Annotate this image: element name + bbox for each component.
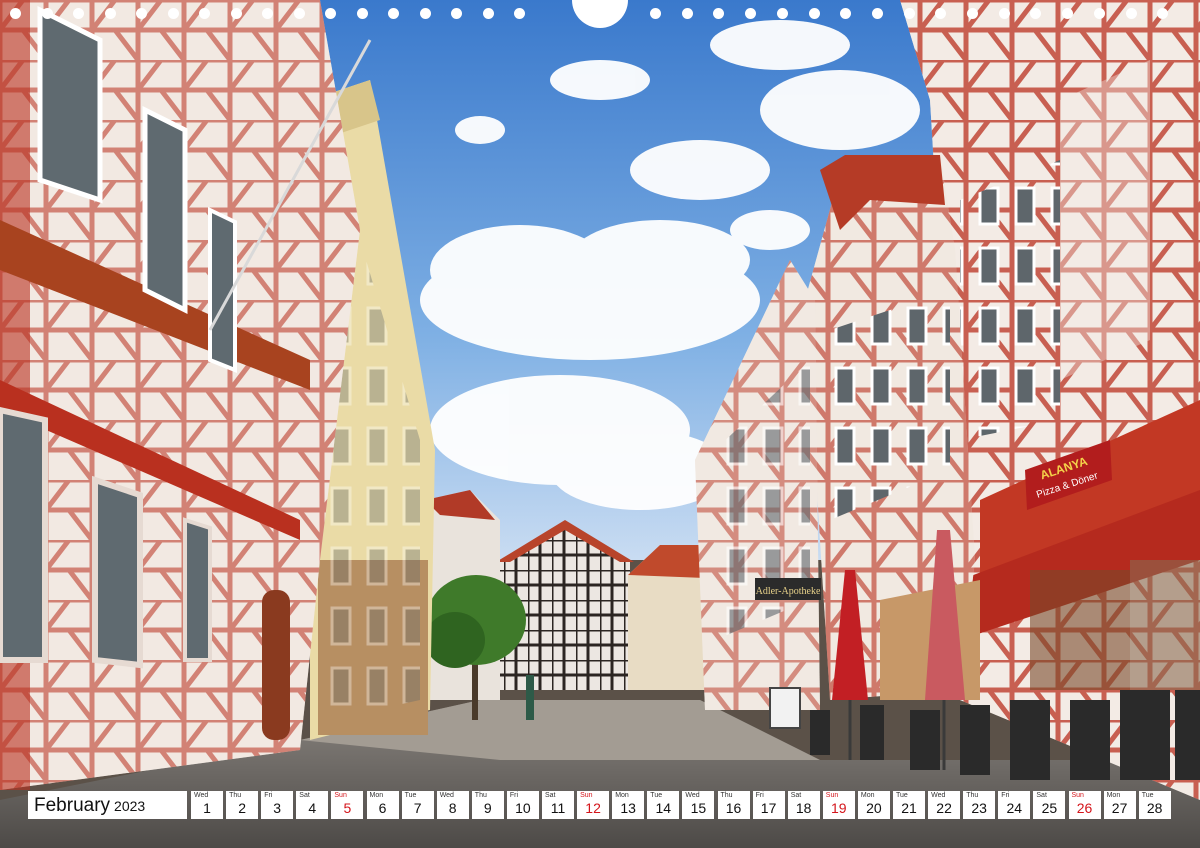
day-number: 8: [448, 800, 457, 816]
day-number: 16: [725, 800, 742, 816]
day-number: 18: [795, 800, 812, 816]
day-number: 19: [831, 800, 847, 816]
day-number: 21: [901, 800, 917, 816]
day-number: 5: [343, 800, 352, 816]
day-of-week: Tue: [650, 792, 663, 799]
day-number: 4: [308, 800, 317, 816]
day-of-week: Fri: [755, 792, 764, 799]
calendar-day: Sun 5: [331, 791, 364, 819]
day-of-week: Thu: [229, 792, 242, 799]
day-number: 12: [585, 800, 601, 816]
day-of-week: Wed: [931, 792, 946, 799]
calendar-day: Thu 16: [717, 791, 750, 819]
day-of-week: Sun: [825, 792, 839, 799]
calendar-day: Mon 20: [857, 791, 890, 819]
day-of-week: Mon: [1106, 792, 1121, 799]
day-number: 27: [1111, 800, 1128, 816]
day-of-week: Thu: [966, 792, 979, 799]
day-number: 10: [515, 800, 531, 816]
calendar-day: Thu 9: [471, 791, 504, 819]
day-number: 11: [550, 800, 566, 816]
calendar-day: Fri 17: [752, 791, 785, 819]
calendar-day: Fri 3: [261, 791, 294, 819]
day-of-week: Sun: [580, 792, 593, 799]
day-number: 3: [273, 800, 282, 816]
day-number: 9: [483, 800, 492, 816]
day-of-week: Sun: [334, 792, 347, 799]
street-photo: Adler-Apotheke ALANYA Pizza & Döner: [0, 0, 1200, 848]
day-of-week: Wed: [439, 792, 454, 799]
day-number: 23: [971, 800, 987, 816]
day-number: 26: [1076, 800, 1093, 816]
calendar-day: Fri 24: [998, 791, 1031, 819]
day-of-week: Thu: [474, 792, 487, 799]
day-of-week: Sun: [1071, 792, 1084, 799]
day-of-week: Fri: [264, 792, 273, 799]
day-number: 22: [936, 800, 952, 816]
month-year: 2023: [114, 798, 146, 814]
day-of-week: Mon: [860, 792, 875, 799]
calendar-day: Sun 26: [1068, 791, 1101, 819]
day-of-week: Sat: [790, 792, 802, 799]
day-number: 2: [238, 800, 246, 816]
calendar-day: Thu 23: [963, 791, 996, 819]
day-number: 24: [1006, 800, 1023, 816]
day-number: 20: [866, 800, 882, 816]
calendar-day: Wed 1: [191, 791, 223, 819]
day-of-week: Fri: [509, 792, 519, 799]
day-of-week: Sat: [1036, 792, 1047, 799]
day-number: 1: [203, 800, 211, 816]
calendar-day: Sat 25: [1033, 791, 1066, 819]
calendar-day: Sun 19: [822, 791, 855, 819]
calendar-day: Wed 15: [682, 791, 715, 819]
day-of-week: Wed: [194, 792, 209, 799]
day-number: 14: [655, 800, 672, 816]
calendar-day: Mon 13: [612, 791, 645, 819]
calendar-day: Sat 4: [296, 791, 329, 819]
month-label: February 2023: [28, 791, 187, 819]
month-name: February: [34, 795, 111, 816]
calendar-day: Tue 14: [647, 791, 680, 819]
day-of-week: Tue: [1141, 792, 1154, 799]
day-of-week: Sat: [299, 792, 310, 799]
day-of-week: Fri: [1001, 792, 1010, 799]
calendar-day: Tue 21: [893, 791, 925, 819]
day-number: 15: [690, 800, 707, 816]
day-number: 13: [620, 800, 636, 816]
day-number: 25: [1041, 800, 1058, 816]
day-number: 7: [413, 800, 422, 816]
day-of-week: Sat: [545, 792, 556, 799]
calendar-day: Mon 27: [1103, 791, 1136, 819]
day-number: 17: [760, 800, 777, 816]
calendar-day: Sat 11: [542, 791, 574, 819]
day-of-week: Mon: [369, 792, 384, 799]
calendar-day: Fri 10: [506, 791, 539, 819]
calendar-day: Wed 8: [436, 791, 469, 819]
calendar-day: Mon 6: [366, 791, 399, 819]
day-number: 28: [1146, 800, 1163, 816]
calendar-day: Sat 18: [787, 791, 820, 819]
day-number: 6: [378, 800, 387, 816]
calendar-day: Tue 28: [1138, 791, 1171, 819]
day-of-week: Thu: [720, 792, 733, 799]
day-of-week: Tue: [404, 792, 417, 799]
day-of-week: Mon: [615, 792, 629, 799]
day-of-week: Tue: [896, 792, 908, 799]
calendar-day: Tue 7: [401, 791, 434, 819]
pharmacy-sign: Adler-Apotheke: [756, 586, 821, 597]
calendar-day: Thu 2: [226, 791, 259, 819]
calendar-day: Sun 12: [577, 791, 610, 819]
day-of-week: Wed: [685, 792, 700, 799]
calendar-day: Wed 22: [928, 791, 961, 819]
